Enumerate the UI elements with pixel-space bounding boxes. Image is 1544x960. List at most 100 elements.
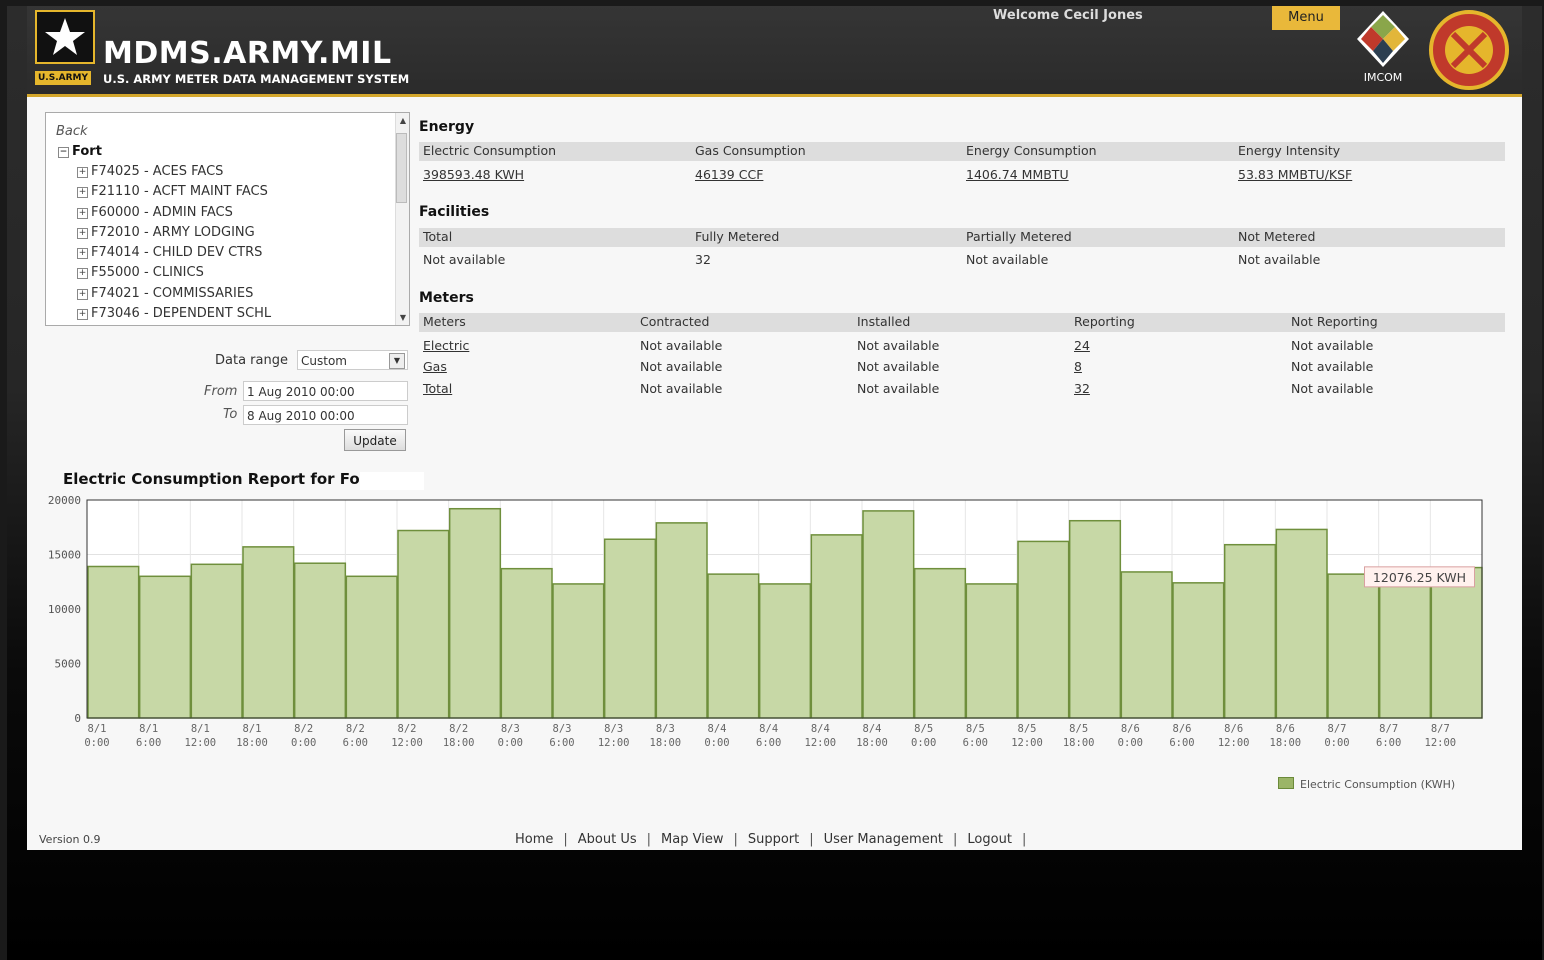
expand-icon[interactable]: + (77, 309, 88, 320)
tree-item-label: F55000 - CLINICS (91, 265, 204, 280)
tree-item[interactable]: + F55000 - CLINICS (77, 265, 204, 280)
data-bar (138, 575, 192, 719)
footer-link-support[interactable]: Support (748, 832, 799, 847)
collapse-icon[interactable]: − (58, 147, 69, 158)
expand-icon[interactable]: + (77, 167, 88, 178)
tree-root-label: Fort (72, 144, 102, 159)
x-tick-label-time: 12:00 (391, 737, 423, 749)
from-date-input[interactable]: 1 Aug 2010 00:00 (243, 381, 408, 401)
footer-separator: | (953, 832, 958, 847)
army-star-logo[interactable] (35, 10, 95, 64)
footer-link-home[interactable]: Home (515, 832, 553, 847)
data-range-value: Custom (301, 354, 347, 368)
data-bar (1172, 582, 1225, 719)
energy-header-intensity: Energy Intensity (1238, 143, 1341, 158)
legend-swatch (1278, 777, 1294, 789)
tree-back-link[interactable]: Back (56, 124, 88, 139)
tree-item[interactable]: + F74025 - ACES FACS (77, 164, 223, 179)
x-tick-label-date: 8/1 (139, 723, 158, 735)
site-title[interactable]: MDMS.ARMY.MIL (103, 36, 392, 71)
scroll-down-icon[interactable]: ▼ (400, 313, 406, 322)
energy-consumption-link[interactable]: 1406.74 MMBTU (966, 167, 1069, 182)
x-tick-label-date: 8/6 (1173, 723, 1192, 735)
menu-button[interactable]: Menu (1272, 6, 1340, 30)
x-tick-label-time: 18:00 (1270, 737, 1302, 749)
energy-intensity-link[interactable]: 53.83 MMBTU/KSF (1238, 167, 1352, 182)
x-tick-label-date: 8/3 (553, 723, 572, 735)
meters-row-label-link[interactable]: Electric (423, 338, 469, 353)
tree-item[interactable]: + F74014 - CHILD DEV CTRS (77, 245, 262, 260)
y-tick-label: 10000 (48, 603, 81, 616)
facilities-not-value: Not available (1238, 252, 1321, 267)
energy-table-header: Electric Consumption Gas Consumption Ene… (419, 142, 1505, 161)
tree-item[interactable]: + F73046 - DEPENDENT SCHL (77, 306, 271, 321)
expand-icon[interactable]: + (77, 228, 88, 239)
meters-row-label-link[interactable]: Gas (423, 359, 447, 374)
x-tick-label-date: 8/6 (1121, 723, 1140, 735)
expand-icon[interactable]: + (77, 208, 88, 219)
data-bar (1068, 519, 1122, 719)
expand-icon[interactable]: + (77, 248, 88, 259)
tree-item[interactable]: + F74021 - COMMISSARIES (77, 286, 253, 301)
chart-legend[interactable]: Electric Consumption (KWH) (1278, 777, 1455, 791)
energy-section-title: Energy (419, 119, 475, 135)
x-tick-label-date: 8/1 (88, 723, 107, 735)
x-tick-label-time: 18:00 (443, 737, 475, 749)
installation-tree[interactable]: Back − Fort + F74025 - ACES FACS + F21110 -… (45, 112, 410, 326)
version-label: Version 0.9 (39, 833, 101, 846)
data-bar (552, 583, 605, 719)
to-date-input[interactable]: 8 Aug 2010 00:00 (243, 405, 408, 425)
scroll-thumb[interactable] (396, 133, 407, 203)
facilities-total-value: Not available (423, 252, 506, 267)
from-label: From (204, 384, 238, 399)
meters-header-reporting: Reporting (1074, 314, 1135, 329)
tree-root-node[interactable]: − Fort (58, 144, 102, 159)
meters-cell: Not available (1291, 359, 1374, 374)
expand-icon[interactable]: + (77, 289, 88, 300)
legend-label: Electric Consumption (KWH) (1300, 778, 1456, 791)
y-tick-label: 15000 (48, 549, 81, 562)
meters-header-installed: Installed (857, 314, 911, 329)
tree-item[interactable]: + F72010 - ARMY LODGING (77, 225, 255, 240)
data-bar (758, 583, 812, 719)
x-tick-label-date: 8/4 (708, 723, 727, 735)
y-tick-label: 5000 (55, 658, 82, 671)
site-subtitle: U.S. ARMY METER DATA MANAGEMENT SYSTEM (103, 72, 410, 86)
meters-reporting-link[interactable]: 8 (1074, 359, 1082, 374)
x-tick-label-time: 18:00 (236, 737, 268, 749)
scroll-up-icon[interactable]: ▲ (400, 116, 406, 125)
x-tick-label-date: 8/5 (914, 723, 933, 735)
x-tick-label-time: 6:00 (1169, 737, 1194, 749)
chevron-down-icon[interactable]: ▼ (389, 353, 405, 369)
site-header: U.S.ARMY MDMS.ARMY.MIL U.S. ARMY METER D… (27, 6, 1522, 97)
footer-link-about[interactable]: About Us (578, 832, 637, 847)
x-tick-label-time: 6:00 (136, 737, 161, 749)
update-button[interactable]: Update (344, 429, 406, 451)
tree-scrollbar[interactable]: ▲ ▼ (395, 113, 409, 325)
energy-header-gas: Gas Consumption (695, 143, 806, 158)
electric-consumption-link[interactable]: 398593.48 KWH (423, 167, 524, 182)
meters-reporting-link[interactable]: 24 (1074, 338, 1090, 353)
facilities-header-not: Not Metered (1238, 229, 1316, 244)
expand-icon[interactable]: + (77, 268, 88, 279)
footer-link-user-management[interactable]: User Management (824, 832, 943, 847)
data-bar (397, 529, 450, 719)
data-bar (500, 567, 553, 719)
meters-row-label-link[interactable]: Total (423, 381, 452, 396)
expand-icon[interactable]: + (77, 187, 88, 198)
data-bar (862, 510, 915, 719)
gas-consumption-link[interactable]: 46139 CCF (695, 167, 763, 182)
footer-link-logout[interactable]: Logout (967, 832, 1012, 847)
tree-item[interactable]: + F21110 - ACFT MAINT FACS (77, 184, 268, 199)
welcome-message: Welcome Cecil Jones (993, 8, 1143, 23)
x-tick-label-date: 8/6 (1224, 723, 1243, 735)
redacted-name-box (360, 472, 424, 490)
x-tick-label-time: 6:00 (756, 737, 781, 749)
footer-link-map[interactable]: Map View (661, 832, 723, 847)
x-tick-label-date: 8/3 (604, 723, 623, 735)
data-range-select[interactable]: Custom ▼ (297, 350, 408, 370)
tree-item[interactable]: + F60000 - ADMIN FACS (77, 205, 233, 220)
to-label: To (223, 407, 238, 422)
data-bar (655, 522, 708, 719)
meters-reporting-link[interactable]: 32 (1074, 381, 1090, 396)
